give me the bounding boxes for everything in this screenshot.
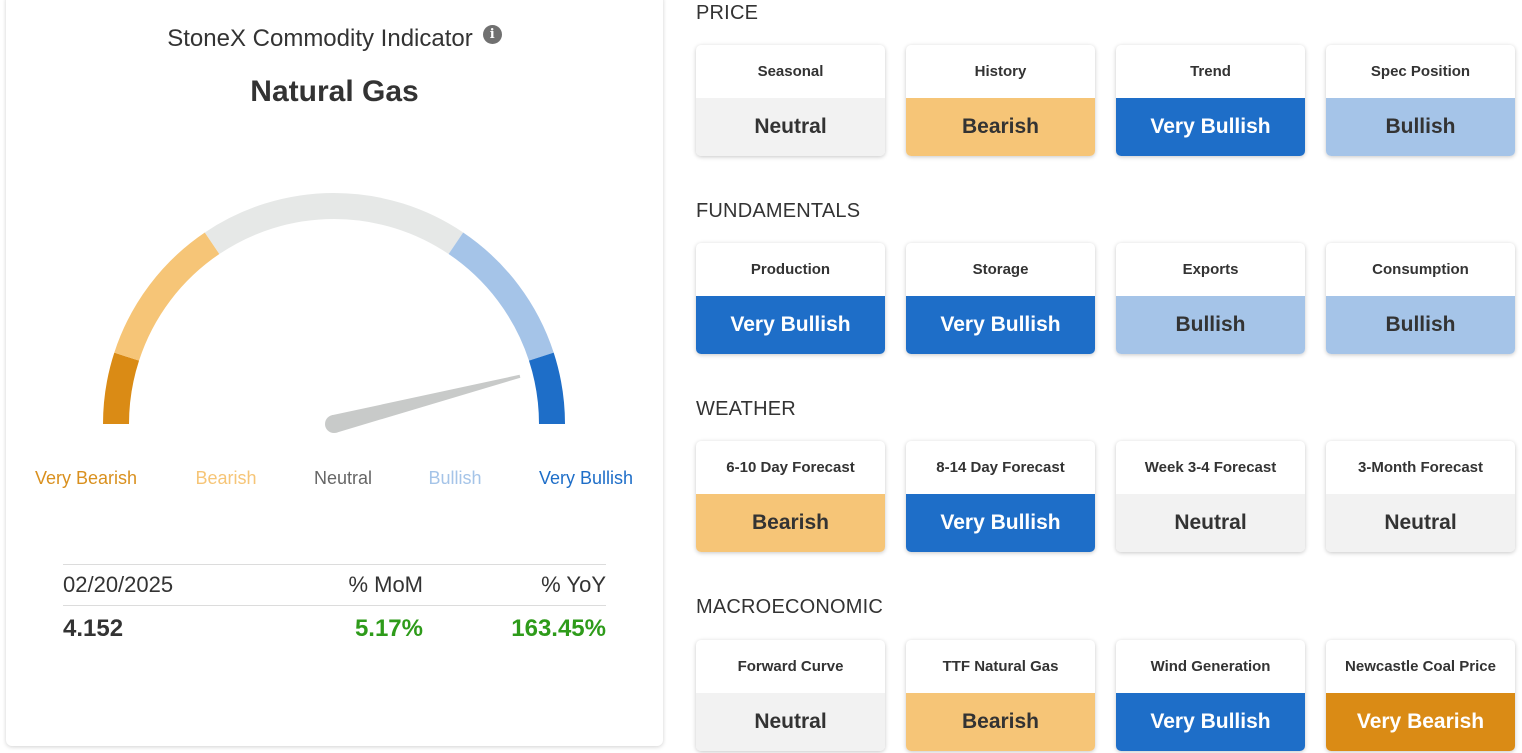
section-title-macroeconomic: MACROECONOMIC (696, 596, 884, 618)
gauge-needle-hub (325, 415, 343, 433)
card-label: TTF Natural Gas (942, 658, 1059, 675)
card-status: Bearish (906, 693, 1095, 751)
gauge-label-bearish: Bearish (195, 468, 257, 488)
card-status: Very Bearish (1326, 693, 1515, 751)
card-label: 3-Month Forecast (1357, 459, 1483, 476)
card-label: Seasonal (757, 63, 824, 80)
gauge-segment-neutral (204, 193, 464, 255)
card-status: Bullish (1326, 98, 1515, 156)
card-status: Neutral (1326, 494, 1515, 552)
card-trend[interactable]: Trend Very Bullish (1116, 45, 1305, 156)
card-status: Neutral (1116, 494, 1305, 552)
gauge-segment-bullish (448, 232, 554, 361)
card-status: Bullish (1326, 296, 1515, 354)
card-label: Forward Curve (737, 658, 844, 675)
card-wind-generation[interactable]: Wind Generation Very Bullish (1116, 640, 1305, 751)
card-status: Bearish (696, 494, 885, 552)
card-label: Exports (1182, 261, 1239, 278)
card-label: Wind Generation (1150, 658, 1271, 675)
card-3-month-forecast[interactable]: 3-Month Forecast Neutral (1326, 441, 1515, 552)
stats-mom-value: 5.17% (354, 615, 423, 642)
card-status: Very Bullish (696, 296, 885, 354)
card-storage[interactable]: Storage Very Bullish (906, 243, 1095, 354)
gauge-label-neutral: Neutral (313, 468, 373, 488)
card-status: Very Bullish (1116, 98, 1305, 156)
card-status: Neutral (696, 693, 885, 751)
gauge-needle (331, 374, 521, 433)
card-production[interactable]: Production Very Bullish (696, 243, 885, 354)
gauge-segment-very-bullish (528, 352, 565, 425)
section-title-price: PRICE (696, 2, 759, 24)
card-label: Consumption (1372, 261, 1469, 278)
card-label: 6-10 Day Forecast (726, 459, 855, 476)
gauge-label-bullish: Bullish (428, 468, 482, 488)
card-label: Spec Position (1370, 63, 1471, 80)
card-history[interactable]: History Bearish (906, 45, 1095, 156)
card-label: 8-14 Day Forecast (936, 459, 1065, 476)
card-ttf-natural-gas[interactable]: TTF Natural Gas Bearish (906, 640, 1095, 751)
sentiment-gauge (103, 193, 565, 433)
card-8-14-day-forecast[interactable]: 8-14 Day Forecast Very Bullish (906, 441, 1095, 552)
card-label: Week 3-4 Forecast (1144, 459, 1277, 476)
stats-mom-label: % MoM (348, 572, 423, 597)
card-label: Newcastle Coal Price (1345, 658, 1496, 675)
card-status: Very Bullish (906, 296, 1095, 354)
gauge-label-very-bullish: Very Bullish (538, 468, 634, 488)
card-label: Trend (1190, 63, 1231, 80)
gauge-segment-bearish (114, 232, 220, 361)
card-seasonal[interactable]: Seasonal Neutral (696, 45, 885, 156)
stats-price: 4.152 (63, 615, 124, 642)
stats-values-row: 4.152 5.17% 163.45% (63, 606, 606, 652)
card-label: Storage (972, 261, 1029, 278)
card-spec-position[interactable]: Spec Position Bullish (1326, 45, 1515, 156)
gauge-labels: Very Bearish Bearish Neutral Bullish Ver… (6, 468, 663, 492)
gauge-label-very-bearish: Very Bearish (34, 468, 138, 488)
section-title-weather: WEATHER (696, 398, 796, 420)
card-exports[interactable]: Exports Bullish (1116, 243, 1305, 354)
section-title-fundamentals: FUNDAMENTALS (696, 200, 861, 222)
card-status: Bearish (906, 98, 1095, 156)
card-newcastle-coal-price[interactable]: Newcastle Coal Price Very Bearish (1326, 640, 1515, 751)
stats-date: 02/20/2025 (63, 572, 174, 597)
card-status: Very Bullish (906, 494, 1095, 552)
card-6-10-day-forecast[interactable]: 6-10 Day Forecast Bearish (696, 441, 885, 552)
card-status: Neutral (696, 98, 885, 156)
card-label: History (974, 63, 1027, 80)
stats-yoy-label: % YoY (541, 572, 606, 597)
card-week-3-4-forecast[interactable]: Week 3-4 Forecast Neutral (1116, 441, 1305, 552)
gauge-segment-very-bearish (103, 352, 140, 425)
card-status: Very Bullish (1116, 693, 1305, 751)
card-label: Production (750, 261, 831, 278)
stats-yoy-value: 163.45% (511, 615, 606, 642)
indicator-panel: StoneX Commodity Indicator i Natural Gas … (6, 0, 663, 746)
card-status: Bullish (1116, 296, 1305, 354)
price-stats: 02/20/2025 % MoM % YoY 4.152 5.17% 163.4… (63, 564, 606, 652)
stats-header-row: 02/20/2025 % MoM % YoY (63, 564, 606, 606)
card-consumption[interactable]: Consumption Bullish (1326, 243, 1515, 354)
card-forward-curve[interactable]: Forward Curve Neutral (696, 640, 885, 751)
